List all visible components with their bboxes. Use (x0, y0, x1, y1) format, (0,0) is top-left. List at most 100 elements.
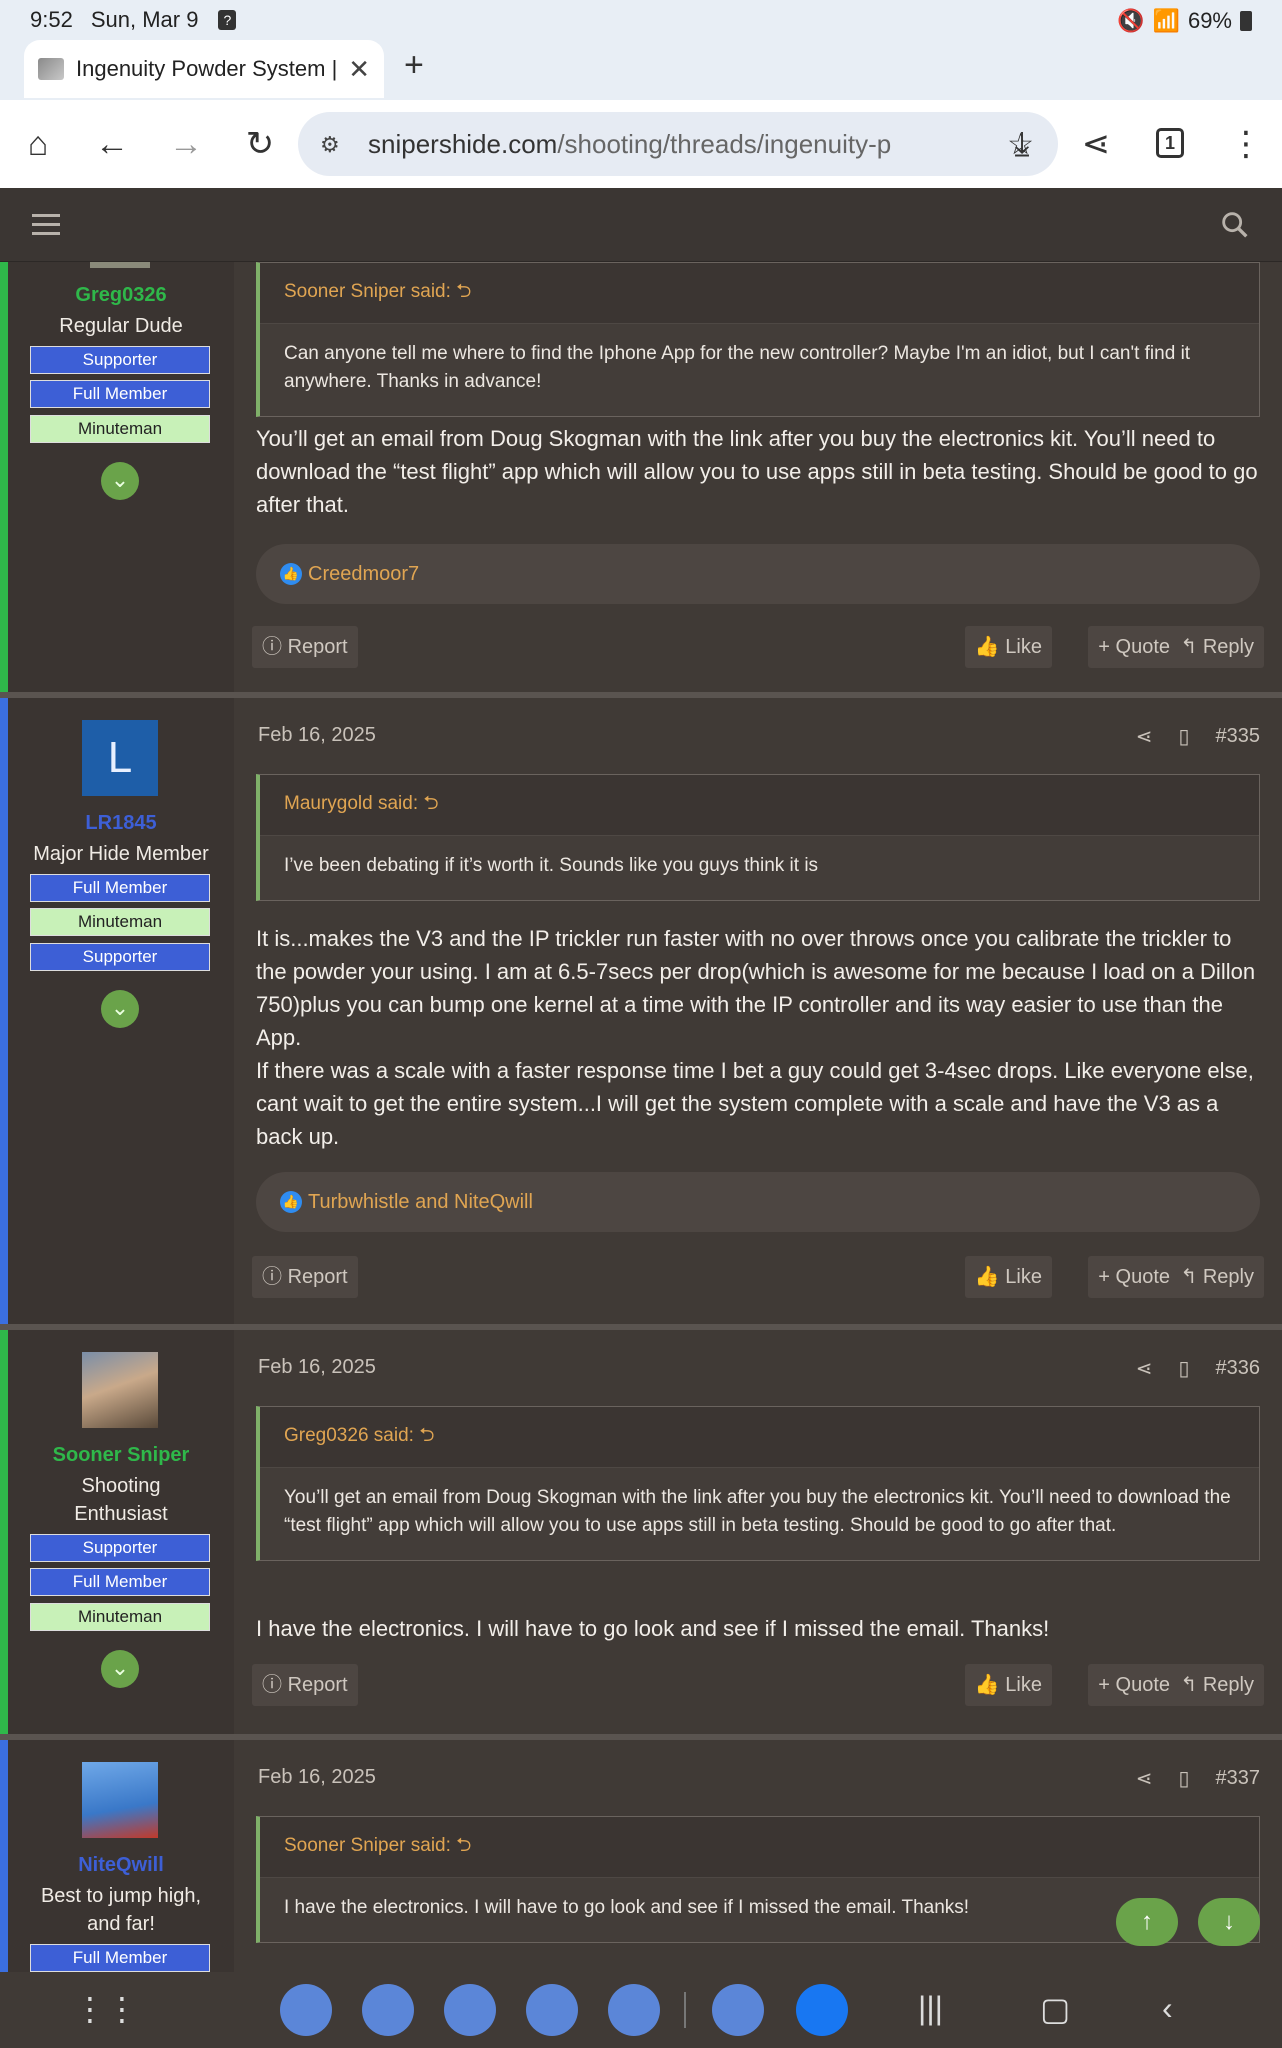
like-button[interactable]: 👍 Like (964, 1664, 1052, 1706)
home-icon[interactable]: ⌂ (18, 124, 58, 164)
report-button[interactable]: ⓘ Report (252, 626, 358, 668)
quote-author[interactable]: Maurygold said: ⮌ (260, 775, 1259, 835)
post-date[interactable]: Feb 16, 2025 (258, 724, 376, 747)
browser-toolbar: ⌂ ← → ↻ ⚙ snipershide.com/shooting/threa… (0, 100, 1282, 188)
battery-icon (1240, 11, 1252, 31)
hamburger-menu-icon[interactable] (32, 214, 60, 241)
chevron-down-icon[interactable]: ⌄ (101, 1650, 139, 1688)
post: Sooner Sniper Shooting Enthusiast Suppor… (0, 1330, 1282, 1740)
username[interactable]: NiteQwill (8, 1854, 234, 1877)
post-number[interactable]: #335 (1216, 725, 1261, 748)
quote-block: Maurygold said: ⮌ I’ve been debating if … (256, 774, 1260, 901)
app-drawer-icon[interactable]: ⋮⋮ (74, 1990, 138, 2028)
user-title: Best to jump high, and far! (40, 1885, 202, 1935)
user-title: Major Hide Member (33, 843, 209, 865)
post-body: I have the electronics. I will have to g… (256, 1616, 1050, 1641)
camera-app-icon[interactable] (608, 1984, 660, 2036)
avatar[interactable] (90, 262, 150, 268)
post: Greg0326 Regular Dude Supporter Full Mem… (0, 262, 1282, 698)
bookmark-icon[interactable]: ▯ (1178, 724, 1189, 749)
quote-block: Greg0326 said: ⮌ You’ll get an email fro… (256, 1406, 1260, 1561)
post-body: You’ll get an email from Doug Skogman wi… (256, 426, 1258, 517)
username[interactable]: Sooner Sniper (8, 1444, 234, 1467)
user-pane: NiteQwill Best to jump high, and far! Fu… (8, 1740, 234, 1972)
post-date[interactable]: Feb 16, 2025 (258, 1766, 376, 1789)
reply-button[interactable]: ↰ Reply (1170, 1256, 1264, 1298)
reply-button[interactable]: ↰ Reply (1170, 1664, 1264, 1706)
status-time: 9:52 (30, 7, 73, 32)
gmail-app-icon[interactable] (444, 1984, 496, 2036)
quote-author[interactable]: Sooner Sniper said: ⮌ (260, 1817, 1259, 1877)
quote-button[interactable]: + Quote (1088, 626, 1180, 668)
recents-icon[interactable]: ||| (918, 1990, 943, 2027)
user-title: Shooting Enthusiast (74, 1475, 168, 1525)
like-button[interactable]: 👍 Like (964, 1256, 1052, 1298)
menu-icon[interactable]: ⋮ (1226, 124, 1266, 164)
jump-to-quote-icon: ⮌ (456, 281, 472, 302)
post: NiteQwill Best to jump high, and far! Fu… (0, 1740, 1282, 1972)
download-icon[interactable]: ⤓ (1002, 124, 1042, 164)
user-pane: Greg0326 Regular Dude Supporter Full Mem… (8, 262, 234, 692)
chevron-down-icon[interactable]: ⌄ (101, 990, 139, 1028)
notification-icon: ? (218, 10, 237, 30)
user-badge: Full Member (30, 380, 210, 408)
messages-app-icon[interactable] (280, 1984, 332, 2036)
back-button-icon[interactable]: ‹ (1162, 1990, 1173, 2027)
report-button[interactable]: ⓘ Report (252, 1664, 358, 1706)
tab-switcher-button[interactable]: 1 (1156, 128, 1184, 158)
new-tab-icon[interactable]: + (404, 46, 424, 85)
quote-text: Can anyone tell me where to find the Iph… (260, 323, 1259, 416)
pinwheel-app-icon[interactable] (526, 1984, 578, 2036)
reply-button[interactable]: ↰ Reply (1170, 626, 1264, 668)
jump-to-quote-icon: ⮌ (423, 793, 439, 814)
like-reaction-icon: 👍 (280, 563, 302, 585)
user-badge: Full Member (30, 1944, 210, 1972)
reactions-bar[interactable]: 👍 Creedmoor7 (256, 544, 1260, 604)
share-icon[interactable]: ⋖ (1136, 1356, 1153, 1381)
share-icon[interactable]: ⋖ (1136, 1766, 1153, 1791)
quote-author[interactable]: Greg0326 said: ⮌ (260, 1407, 1259, 1467)
quote-button[interactable]: + Quote (1088, 1256, 1180, 1298)
username[interactable]: LR1845 (8, 812, 234, 835)
post-body: It is...makes the V3 and the IP trickler… (256, 926, 1256, 1149)
site-header (0, 188, 1282, 262)
scroll-up-button[interactable]: ↑ (1116, 1898, 1178, 1946)
bookmark-icon[interactable]: ▯ (1178, 1356, 1189, 1381)
share-icon[interactable]: ⋖ (1136, 724, 1153, 749)
reload-icon[interactable]: ↻ (240, 124, 280, 164)
status-date: Sun, Mar 9 (90, 7, 199, 32)
scroll-down-button[interactable]: ↓ (1198, 1898, 1260, 1946)
address-bar[interactable]: ⚙ snipershide.com/shooting/threads/ingen… (298, 112, 1058, 176)
post-date[interactable]: Feb 16, 2025 (258, 1356, 376, 1379)
reactions-bar[interactable]: 👍 Turbwhistle and NiteQwill (256, 1172, 1260, 1232)
forward-icon[interactable]: → (166, 124, 206, 164)
quote-block: Sooner Sniper said: ⮌ I have the electro… (256, 1816, 1260, 1943)
facebook-app-icon[interactable] (796, 1984, 848, 2036)
avatar[interactable] (82, 1762, 158, 1838)
tab-strip: Ingenuity Powder System | P ✕ + (0, 40, 1282, 100)
home-button-icon[interactable]: ▢ (1040, 1990, 1070, 2028)
avatar[interactable] (82, 1352, 158, 1428)
post-number[interactable]: #337 (1216, 1767, 1261, 1790)
site-settings-icon[interactable]: ⚙ (320, 132, 348, 157)
url-text[interactable]: snipershide.com/shooting/threads/ingenui… (368, 129, 983, 160)
username[interactable]: Greg0326 (8, 284, 234, 307)
close-tab-icon[interactable]: ✕ (348, 54, 370, 85)
chevron-down-icon[interactable]: ⌄ (101, 462, 139, 500)
quote-author[interactable]: Sooner Sniper said: ⮌ (260, 263, 1259, 323)
browser-tab[interactable]: Ingenuity Powder System | P ✕ (24, 40, 384, 98)
telegram-app-icon[interactable] (712, 1984, 764, 2036)
like-button[interactable]: 👍 Like (964, 626, 1052, 668)
quote-button[interactable]: + Quote (1088, 1664, 1180, 1706)
quote-text: You’ll get an email from Doug Skogman wi… (260, 1467, 1259, 1560)
back-icon[interactable]: ← (92, 124, 132, 164)
share-icon[interactable]: ⋖ (1076, 124, 1116, 164)
search-icon[interactable] (1218, 208, 1252, 242)
chrome-app-icon[interactable] (362, 1984, 414, 2036)
post-number[interactable]: #336 (1216, 1357, 1261, 1380)
avatar[interactable]: L (82, 720, 158, 796)
bookmark-icon[interactable]: ▯ (1178, 1766, 1189, 1791)
report-button[interactable]: ⓘ Report (252, 1256, 358, 1298)
like-reaction-icon: 👍 (280, 1191, 302, 1213)
post: L LR1845 Major Hide Member Full Member M… (0, 698, 1282, 1330)
